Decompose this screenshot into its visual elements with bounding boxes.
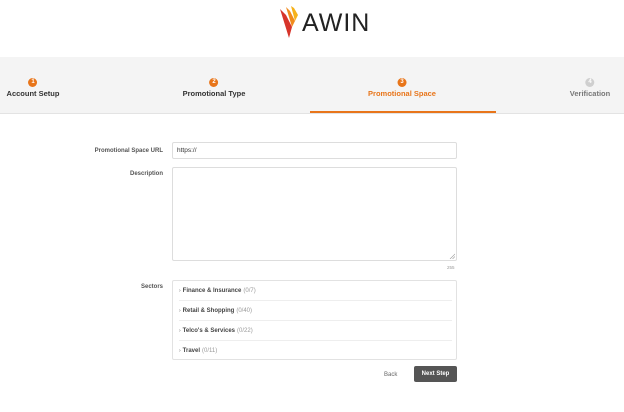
sector-count: (0/7) bbox=[243, 287, 256, 294]
step-label: Promotional Type bbox=[182, 89, 246, 98]
active-step-indicator bbox=[310, 111, 496, 113]
chevron-right-icon: › bbox=[179, 327, 181, 334]
resize-handle-icon[interactable] bbox=[449, 253, 455, 259]
step-number-badge: 1 bbox=[28, 78, 38, 87]
awin-logo[interactable]: AWIN bbox=[278, 5, 370, 39]
step-label: Verification bbox=[569, 89, 611, 98]
header: AWIN bbox=[0, 0, 624, 57]
sector-count: (0/11) bbox=[202, 348, 218, 354]
sector-item-telcos-services[interactable]: › Telco's & Services (0/22) bbox=[179, 321, 452, 341]
back-button[interactable]: Back bbox=[378, 368, 403, 382]
sectors-label: Sectors bbox=[140, 284, 163, 290]
sectors-list: › Finance & Insurance (0/7) › Retail & S… bbox=[172, 280, 457, 360]
description-label: Description bbox=[129, 171, 163, 177]
step-number-badge: 4 bbox=[585, 78, 595, 87]
chevron-right-icon: › bbox=[179, 287, 181, 294]
url-input[interactable] bbox=[172, 142, 457, 159]
url-label: Promotional Space URL bbox=[94, 148, 163, 154]
sector-item-retail-shopping[interactable]: › Retail & Shopping (0/40) bbox=[179, 301, 452, 321]
promotional-space-form: Promotional Space URL Description 255 Se… bbox=[0, 114, 624, 412]
sector-name: Retail & Shopping bbox=[182, 307, 235, 314]
step-number-badge: 3 bbox=[397, 78, 407, 87]
step-promotional-space[interactable]: 3 Promotional Space bbox=[368, 78, 436, 98]
sector-item-travel[interactable]: › Travel (0/11) bbox=[179, 341, 452, 361]
step-account-setup[interactable]: 1 Account Setup bbox=[6, 78, 60, 98]
brand-name: AWIN bbox=[302, 9, 371, 37]
chevron-right-icon: › bbox=[179, 348, 181, 354]
wizard-steps: 1 Account Setup 2 Promotional Type 3 Pro… bbox=[0, 57, 624, 114]
awin-flame-icon bbox=[280, 6, 298, 38]
char-counter: 255 bbox=[447, 265, 455, 270]
sector-name: Telco's & Services bbox=[182, 327, 236, 334]
sector-count: (0/40) bbox=[236, 307, 253, 314]
sector-count: (0/22) bbox=[237, 327, 253, 334]
step-promotional-type[interactable]: 2 Promotional Type bbox=[182, 78, 246, 98]
step-label: Promotional Space bbox=[368, 89, 436, 98]
next-step-button[interactable]: Next Step bbox=[414, 366, 457, 382]
sector-name: Travel bbox=[182, 348, 201, 354]
step-number-badge: 2 bbox=[209, 78, 219, 87]
step-verification[interactable]: 4 Verification bbox=[569, 78, 611, 98]
description-textarea[interactable] bbox=[172, 167, 457, 261]
step-label: Account Setup bbox=[6, 89, 60, 98]
sector-name: Finance & Insurance bbox=[182, 287, 242, 294]
chevron-right-icon: › bbox=[179, 307, 181, 314]
sector-item-finance-insurance[interactable]: › Finance & Insurance (0/7) bbox=[179, 281, 452, 301]
